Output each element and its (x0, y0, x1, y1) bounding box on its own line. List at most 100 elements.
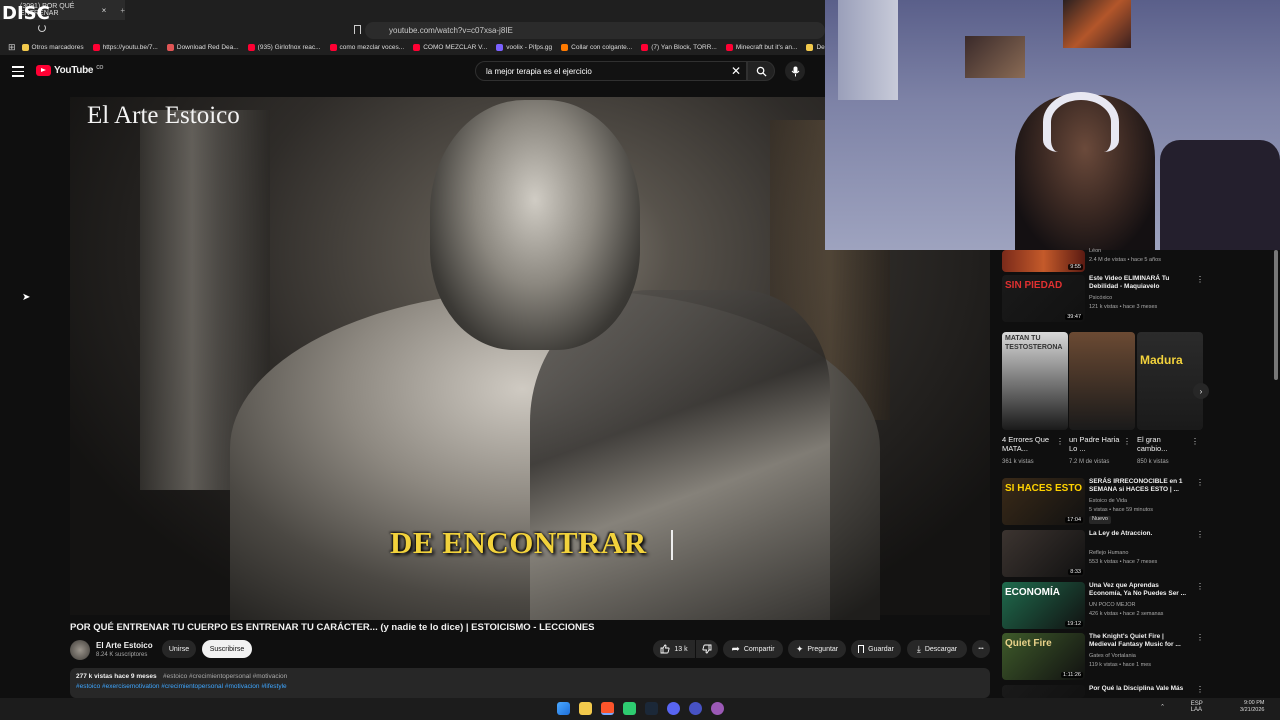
brave-browser-icon[interactable] (601, 702, 614, 715)
short-title[interactable]: 4 Errores Que MATA... (1002, 435, 1054, 453)
bookmark-star-icon[interactable] (354, 25, 361, 34)
language-indicator[interactable]: ESP LAA (1191, 701, 1203, 713)
headset-icon (1043, 92, 1119, 152)
discord-icon[interactable] (667, 702, 680, 715)
bookmark-item[interactable]: Collar con colgante... (561, 44, 632, 51)
more-options-icon[interactable]: ⋮ (1056, 437, 1064, 446)
bookmark-item[interactable]: como mezclar voces... (329, 44, 405, 51)
country-code: CO (96, 64, 104, 71)
ask-button[interactable]: ✦ Preguntar (788, 640, 846, 658)
address-bar[interactable]: youtube.com/watch?v=c07xsa-j8IE (365, 22, 825, 39)
sidebar-video-thumbnail[interactable]: SIN PIEDAD 39:47 (1002, 275, 1085, 322)
youtube-logo[interactable]: YouTube CO (36, 65, 103, 76)
more-options-icon[interactable]: ⋮ (1196, 478, 1204, 487)
more-options-icon[interactable]: ⋮ (1191, 437, 1199, 446)
short-title[interactable]: El gran cambio... (1137, 435, 1189, 453)
more-actions-button[interactable]: ••• (972, 640, 990, 658)
more-options-icon[interactable]: ⋮ (1196, 582, 1204, 591)
like-count: 13 k (674, 645, 688, 653)
sidebar-video-title[interactable]: Una Vez que Aprendas Economía, Ya No Pue… (1089, 582, 1189, 598)
short-thumbnail-text: Madura (1140, 353, 1183, 367)
description-hashtags[interactable]: #estoico #exercisemotivation #crecimient… (76, 683, 287, 690)
bookmark-item[interactable]: voolix - Pifps.gg (496, 44, 552, 51)
sidebar-video-title[interactable]: Este Video ELIMINARÁ Tu Debilidad - Maqu… (1089, 275, 1189, 291)
bookmark-label: COMO MEZCLAR V... (423, 44, 488, 51)
scrollbar[interactable] (1274, 250, 1278, 380)
save-button[interactable]: Guardar (851, 640, 901, 658)
sidebar-channel[interactable]: Gates of Vortalania (1089, 653, 1136, 661)
sidebar-video-thumbnail[interactable]: ECONOMÍA 19:12 (1002, 582, 1085, 629)
video-watermark: El Arte Estoico (87, 102, 240, 129)
sidebar-channel[interactable]: Psicóxico (1089, 295, 1112, 303)
sidebar-video-title[interactable]: SERÁS IRRECONOCIBLE en 1 SEMANA si HACES… (1089, 478, 1189, 494)
search-input[interactable]: la mejor terapia es el ejercicio (475, 61, 747, 81)
short-thumbnail[interactable]: MATAN TU TESTOSTERONA (1002, 332, 1068, 430)
app-green-icon[interactable] (623, 702, 636, 715)
shorts-next-button[interactable]: › (1193, 383, 1209, 399)
windows-start-icon[interactable] (557, 702, 570, 715)
subscribe-button[interactable]: Suscribirse (202, 640, 252, 658)
bookmark-label: como mezclar voces... (339, 44, 405, 51)
reload-icon[interactable] (38, 24, 46, 32)
thumbnail-text: SIN PIEDAD (1005, 280, 1063, 291)
description-tags[interactable]: #estoico #crecimientopersonal #motivacio… (163, 673, 287, 680)
bookmark-label: voolix - Pifps.gg (506, 44, 553, 51)
sidebar-video-title[interactable]: La Ley de Atraccion. (1089, 530, 1189, 538)
voice-search-button[interactable] (785, 61, 805, 81)
sidebar-thumbnail-partial[interactable]: 9:55 (1002, 250, 1085, 272)
tab-close-icon[interactable]: × (102, 6, 107, 15)
short-thumbnail[interactable]: Madura (1137, 332, 1203, 430)
sidebar-channel[interactable]: Reflejo Humano (1089, 550, 1128, 558)
short-title[interactable]: un Padre Haria Lo ... (1069, 435, 1121, 453)
bookmark-favicon-icon (21, 44, 29, 51)
discord-ptb-icon[interactable] (689, 702, 702, 715)
short-thumbnail[interactable] (1069, 332, 1135, 430)
thumbnail-text: Quiet Fire (1005, 638, 1052, 649)
system-tray[interactable]: ⌃ ESP LAA (1160, 701, 1203, 713)
dislike-button[interactable] (696, 640, 718, 658)
sidebar-video-title[interactable]: Por Qué la Disciplina Vale Más (1089, 685, 1189, 693)
bookmark-item[interactable]: (7) Yan Block, TORR... (641, 44, 717, 51)
search-button[interactable] (747, 61, 775, 81)
channel-name[interactable]: El Arte Estoico (96, 641, 153, 650)
channel-avatar[interactable] (70, 640, 90, 660)
sidebar-video-thumbnail[interactable]: Quiet Fire 1:11:26 (1002, 633, 1085, 680)
more-options-icon[interactable]: ⋮ (1196, 685, 1204, 694)
bookmark-favicon-icon (166, 44, 174, 51)
apps-grid-icon[interactable]: ⊞ (8, 42, 16, 53)
file-explorer-icon[interactable] (579, 702, 592, 715)
bookmark-item[interactable]: Download Red Dea... (166, 44, 239, 51)
download-button[interactable]: ⤓ Descargar (907, 640, 967, 658)
sidebar-meta: 553 k vistas • hace 7 meses (1089, 559, 1158, 565)
sidebar-channel[interactable]: Estoico de Vida (1089, 498, 1127, 506)
sidebar-channel[interactable]: UN POCO MEJOR (1089, 602, 1135, 610)
system-clock[interactable]: 9:00 PM 3/21/2026 (1240, 700, 1264, 714)
more-options-icon[interactable]: ⋮ (1196, 633, 1204, 642)
more-options-icon[interactable]: ⋮ (1123, 437, 1131, 446)
share-button[interactable]: ➦ Compartir (723, 640, 783, 658)
bookmark-item[interactable]: (935) Girlofnox reac... (247, 44, 321, 51)
more-options-icon[interactable]: ⋮ (1196, 530, 1204, 539)
sidebar-video-title[interactable]: The Knight's Quiet Fire | Medieval Fanta… (1089, 633, 1189, 649)
bookmark-item[interactable]: Minecraft but it's an... (725, 44, 797, 51)
join-button[interactable]: Unirse (162, 640, 196, 658)
clear-search-icon[interactable]: ✕ (731, 64, 741, 78)
sidebar-video-thumbnail[interactable] (1002, 685, 1085, 698)
like-button[interactable]: 13 k (653, 640, 695, 658)
more-options-icon[interactable]: ⋮ (1196, 275, 1204, 284)
caption-cursor (671, 530, 673, 560)
chevron-up-icon[interactable]: ⌃ (1160, 705, 1165, 711)
sidebar-video-thumbnail[interactable]: SI HACES ESTO 17:04 (1002, 478, 1085, 525)
bookmark-label: Collar con colgante... (571, 44, 633, 51)
sidebar-video-thumbnail[interactable]: 8:33 (1002, 530, 1085, 577)
bookmark-item[interactable]: https://youtu.be/7... (92, 44, 158, 51)
app-purple-icon[interactable] (711, 702, 724, 715)
clock-time: 9:00 PM (1243, 700, 1265, 706)
youtube-logo-text: YouTube (54, 65, 94, 76)
new-tab-icon[interactable]: + (120, 6, 125, 15)
steam-icon[interactable] (645, 702, 658, 715)
menu-icon[interactable] (12, 66, 24, 77)
bookmark-item[interactable]: Otros marcadores (21, 44, 84, 51)
sidebar-meta: 426 k vistas • hace 2 semanas (1089, 611, 1164, 617)
bookmark-item[interactable]: COMO MEZCLAR V... (413, 44, 487, 51)
